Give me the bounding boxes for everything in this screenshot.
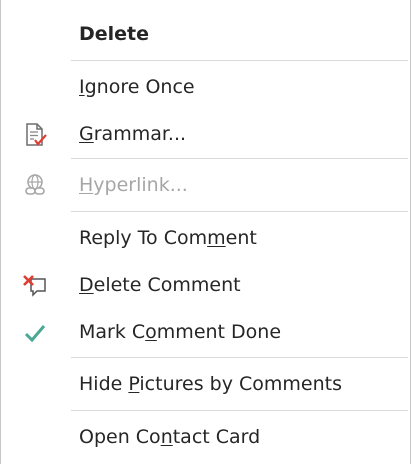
menu-separator bbox=[71, 357, 408, 358]
checkmark-icon bbox=[24, 325, 46, 343]
menu-item-grammar[interactable]: Grammar... bbox=[2, 113, 409, 155]
menu-item-label: Reply To Comment bbox=[79, 227, 257, 249]
menu-item-label: Hyperlink... bbox=[79, 174, 188, 196]
menu-separator bbox=[71, 158, 408, 159]
menu-item-label: Open Contact Card bbox=[79, 426, 261, 448]
menu-item-mark-done[interactable]: Mark Comment Done bbox=[2, 311, 409, 353]
menu-item-delete[interactable]: Delete bbox=[2, 13, 409, 55]
menu-item-hyperlink[interactable]: Hyperlink... bbox=[2, 164, 409, 206]
menu-item-label: Ignore Once bbox=[79, 76, 195, 98]
delete-comment-icon bbox=[23, 275, 46, 297]
menu-item-label: Delete Comment bbox=[79, 274, 241, 296]
menu-item-hide-pictures[interactable]: Hide Pictures by Comments bbox=[2, 363, 409, 405]
grammar-check-icon bbox=[26, 123, 47, 146]
menu-separator bbox=[71, 60, 408, 61]
menu-item-label: Grammar... bbox=[79, 123, 187, 145]
menu-separator bbox=[71, 211, 408, 212]
menu-separator bbox=[71, 410, 408, 411]
menu-item-contact-card[interactable]: Open Contact Card bbox=[2, 416, 409, 458]
menu-item-label: Mark Comment Done bbox=[79, 321, 282, 343]
menu-item-label: Delete bbox=[79, 23, 150, 45]
menu-item-label: Hide Pictures by Comments bbox=[79, 373, 342, 395]
menu-item-reply-comment[interactable]: Reply To Comment bbox=[2, 217, 409, 259]
context-menu: Delete Ignore Once Grammar... Hyperlink.… bbox=[0, 0, 411, 464]
menu-item-ignore-once[interactable]: Ignore Once bbox=[2, 66, 409, 108]
hyperlink-globe-icon bbox=[25, 174, 45, 195]
menu-item-delete-comment[interactable]: Delete Comment bbox=[2, 264, 409, 306]
